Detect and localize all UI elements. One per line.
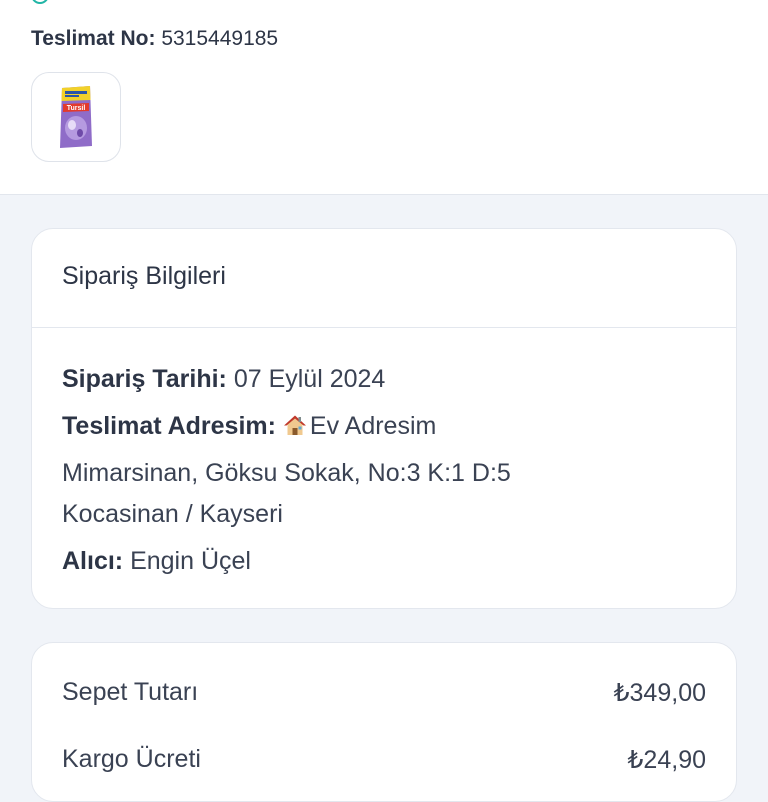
divider [32, 327, 736, 328]
order-date-label: Sipariş Tarihi: [62, 365, 227, 393]
order-summary-card: Sepet Tutarı ₺349,00 Kargo Ücreti ₺24,90 [31, 642, 737, 802]
delivery-section: Teslimat No: 5315449185 Tursil [0, 0, 768, 195]
address-name: Ev Adresim [309, 412, 437, 440]
basket-total-value: ₺349,00 [613, 679, 706, 707]
basket-total-label: Sepet Tutarı [62, 678, 199, 706]
order-info-title: Sipariş Bilgileri [62, 262, 226, 290]
shipping-fee-row: Kargo Ücreti ₺24,90 [62, 745, 706, 774]
status-icon [31, 0, 49, 4]
order-date-value: 07 Eylül 2024 [233, 365, 386, 393]
recipient-label: Alıcı: [62, 547, 124, 575]
house-icon [283, 415, 306, 435]
shipping-fee-value: ₺24,90 [627, 746, 706, 774]
product-brand-label: Tursil [67, 105, 86, 112]
product-thumbnail[interactable]: Tursil [31, 72, 121, 162]
delivery-number-row: Teslimat No: 5315449185 [31, 27, 278, 51]
detergent-package-icon: Tursil [60, 86, 92, 148]
delivery-address-label: Teslimat Adresim: [62, 412, 276, 440]
address-line-1: Mimarsinan, Göksu Sokak, No:3 K:1 D:5 [62, 459, 511, 487]
basket-total-row: Sepet Tutarı ₺349,00 [62, 678, 706, 707]
recipient-row: Alıcı: Engin Üçel [62, 547, 251, 576]
order-date-row: Sipariş Tarihi: 07 Eylül 2024 [62, 365, 385, 394]
delivery-number-value: 5315449185 [161, 27, 279, 50]
shipping-fee-label: Kargo Ücreti [62, 745, 201, 773]
order-info-card: Sipariş Bilgileri Sipariş Tarihi: 07 Eyl… [31, 228, 737, 609]
delivery-address-row: Teslimat Adresim: Ev Adresim [62, 412, 436, 441]
delivery-number-label: Teslimat No: [31, 27, 156, 50]
address-line-2: Kocasinan / Kayseri [62, 500, 283, 528]
recipient-value: Engin Üçel [130, 547, 251, 575]
